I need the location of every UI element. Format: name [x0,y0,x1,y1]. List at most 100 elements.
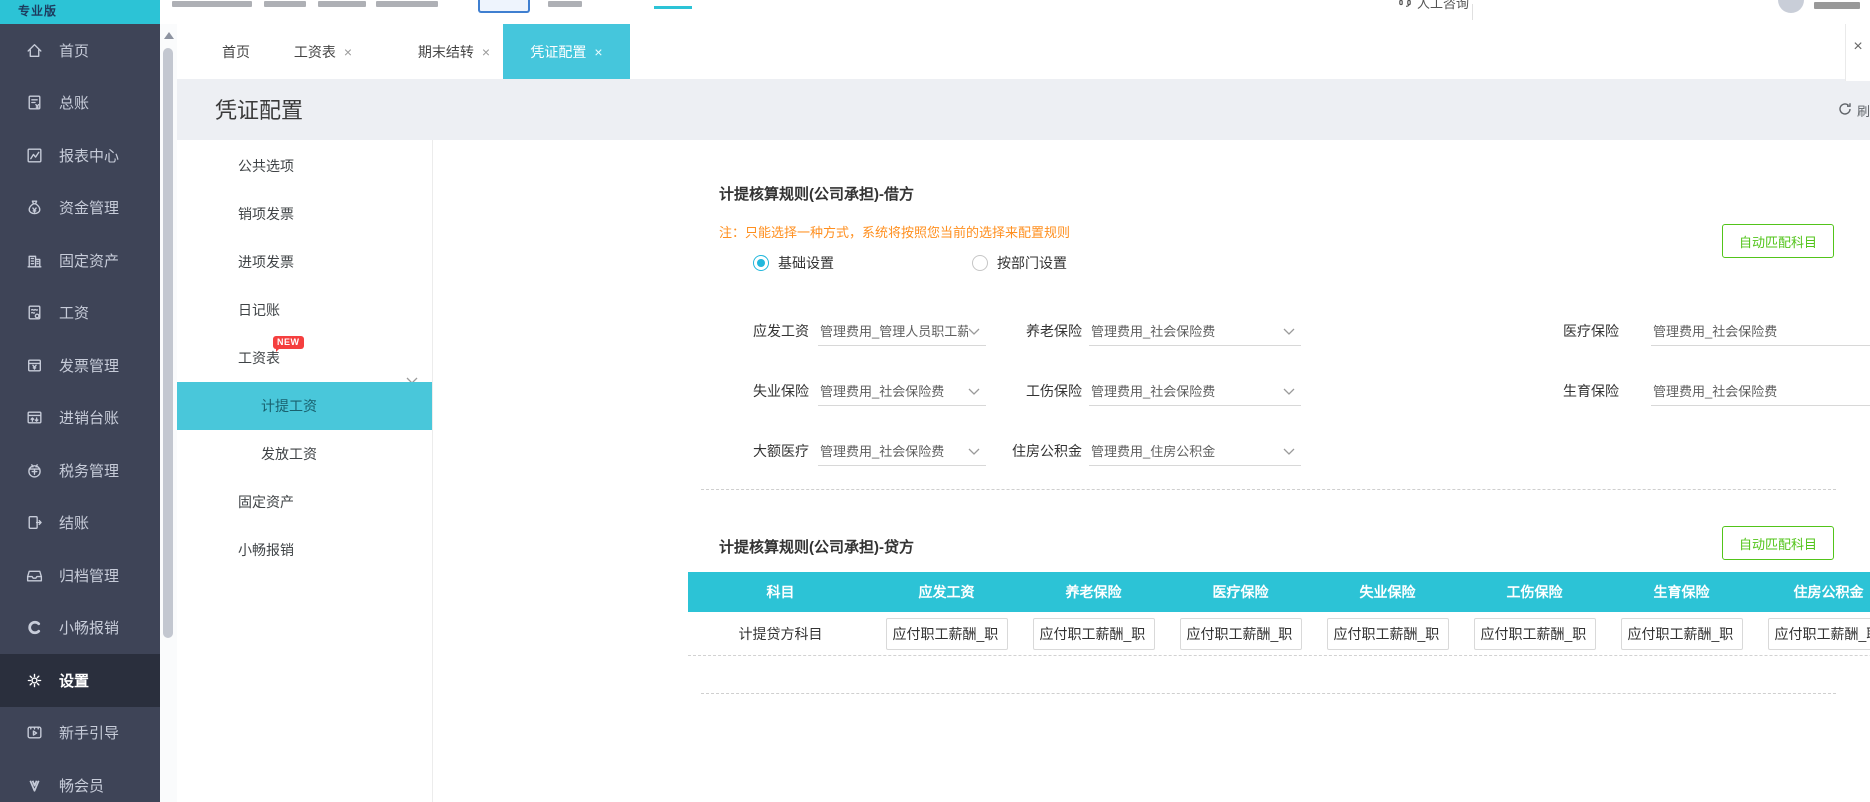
field-select-住房公积金[interactable]: 管理费用_住房公积金 [1089,436,1301,466]
table-cell [1608,617,1755,650]
sidebar-item-closing[interactable]: 结账 [0,497,160,550]
column-header-失业保险: 失业保险 [1359,584,1416,600]
user-avatar[interactable] [1778,0,1804,13]
field-select-失业保险[interactable]: 管理费用_社会保险费 [818,376,986,406]
submenu-item-label: 工资表 [238,350,280,366]
submenu-item-小畅报销[interactable]: 小畅报销 [177,526,432,574]
sidebar-item-general-ledger[interactable]: 总账 [0,77,160,130]
scrollbar-thumb[interactable] [163,48,173,638]
clipped-text-fragment [548,1,582,7]
submenu-item-工资表[interactable]: 工资表 NEW [177,334,432,384]
column-header-住房公积金: 住房公积金 [1793,584,1864,600]
refresh-icon [1838,102,1852,119]
field-label-养老保险: 养老保险 [1026,323,1082,339]
subject-input[interactable] [1179,617,1302,650]
sidebar-item-tax[interactable]: 税务管理 [0,444,160,497]
sidebar-item-label: 报表中心 [59,147,120,165]
tab-期末结转[interactable]: 期末结转 × [402,24,506,79]
column-header-科目: 科目 [766,584,795,600]
subject-input[interactable] [1767,617,1870,650]
sidebar-item-home[interactable]: 首页 [0,24,160,77]
sidebar-item-payroll[interactable]: 工资 [0,287,160,340]
subject-input[interactable] [1473,617,1596,650]
submenu-item-日记账[interactable]: 日记账 [177,286,432,334]
tab-close-icon[interactable]: × [344,44,352,60]
tab-close-icon[interactable]: × [482,44,490,60]
sidebar-item-label: 发票管理 [59,357,120,375]
submenu-item-固定资产[interactable]: 固定资产 [177,478,432,526]
field-select-生育保险[interactable]: 管理费用_社会保险费 [1651,376,1870,406]
table-cell [1755,617,1870,650]
side-panel-edge: × [1845,24,1870,81]
archive-icon [25,566,44,585]
auto-match-subjects-button-credit[interactable]: 自动匹配科目 [1721,526,1834,560]
submenu-item-进项发票[interactable]: 进项发票 [177,238,432,286]
sidebar-item-label: 固定资产 [59,252,120,270]
subject-input[interactable] [1326,617,1449,650]
sidebar-item-reimburse[interactable]: 小畅报销 [0,602,160,655]
table-cell [1461,617,1608,650]
subject-input[interactable] [1620,617,1743,650]
sidebar-item-member[interactable]: 畅会员 [0,759,160,802]
sidebar-item-settings[interactable]: 设置 [0,654,160,707]
sidebar-item-label: 新手引导 [59,725,120,743]
field-label-失业保险: 失业保险 [753,383,809,399]
clipped-input-field[interactable] [478,0,530,13]
submenu-item-发放工资[interactable]: 发放工资 [177,430,432,478]
sidebar-item-inout-ledger[interactable]: 进销台账 [0,392,160,445]
clipped-text-fragment [264,1,306,7]
tab-首页[interactable]: 首页 [207,24,265,79]
home-icon [25,41,44,60]
submenu-item-label: 公共选项 [238,158,294,174]
radio-label: 按部门设置 [997,255,1067,271]
sidebar-item-label: 小畅报销 [59,620,120,638]
vertical-scrollbar[interactable] [160,24,177,802]
tab-bar: 首页 工资表 × 期末结转 × 凭证配置 × [177,24,1870,79]
tax-icon [25,461,44,480]
sidebar-item-label: 归档管理 [59,567,120,585]
field-select-工伤保险[interactable]: 管理费用_社会保险费 [1089,376,1301,406]
sidebar-item-invoice[interactable]: 发票管理 [0,339,160,392]
column-header-应发工资: 应发工资 [918,584,975,600]
sidebar-item-label: 总账 [59,95,90,113]
clipped-underline [654,6,692,9]
page-title: 凭证配置 [215,98,304,123]
radio-dot-icon [753,255,769,271]
table-cell [1167,617,1314,650]
radio-基础设置[interactable]: 基础设置 [753,253,834,273]
sidebar-item-report-center[interactable]: 报表中心 [0,129,160,182]
sidebar-item-label: 畅会员 [59,777,105,795]
refresh-button[interactable]: 刷新 [1838,101,1870,120]
ledger-icon [25,93,44,112]
field-label-生育保险: 生育保险 [1563,383,1619,399]
field-select-养老保险[interactable]: 管理费用_社会保险费 [1089,316,1301,346]
field-select-大额医疗[interactable]: 管理费用_社会保险费 [818,436,986,466]
content-card: 公共选项销项发票进项发票 日记账 工资表 NEW 计提工资 发放工资 固定资产 小畅报销 计提… [177,140,1870,802]
mode-radio-group: 基础设置 按部门设置 [433,253,1870,273]
field-select-医疗保险[interactable]: 管理费用_社会保险费 [1651,316,1870,346]
radio-按部门设置[interactable]: 按部门设置 [972,253,1067,273]
column-header-生育保险: 生育保险 [1653,584,1710,600]
tab-凭证配置[interactable]: 凭证配置 × [503,24,630,79]
subject-input[interactable] [885,617,1008,650]
sidebar-item-fixed-assets[interactable]: 固定资产 [0,234,160,287]
sidebar-item-archive[interactable]: 归档管理 [0,549,160,602]
subject-input[interactable] [1032,617,1155,650]
submenu-item-计提工资[interactable]: 计提工资 [177,382,432,430]
gear-icon [25,671,44,690]
submenu-item-销项发票[interactable]: 销项发票 [177,190,432,238]
close-icon[interactable]: × [1853,38,1862,56]
clipped-text-fragment [318,1,366,7]
scroll-up-arrow-icon[interactable] [164,32,174,39]
tab-close-icon[interactable]: × [594,44,602,60]
submenu-item-label: 销项发票 [238,206,294,222]
credit-rules-table: 科目应发工资养老保险医疗保险失业保险工伤保险生育保险住房公积金大额医疗操作 计提… [688,572,1870,656]
field-label-大额医疗: 大额医疗 [753,443,809,459]
sidebar-item-funds[interactable]: 资金管理 [0,182,160,235]
tab-工资表[interactable]: 工资表 × [277,24,369,79]
row-label: 计提贷方科目 [738,625,823,642]
submenu-item-公共选项[interactable]: 公共选项 [177,142,432,190]
field-select-应发工资[interactable]: 管理费用_管理人员职工薪酬 [818,316,986,346]
support-link[interactable]: 人工咨询 [1398,0,1469,12]
sidebar-item-guide[interactable]: 新手引导 [0,707,160,760]
